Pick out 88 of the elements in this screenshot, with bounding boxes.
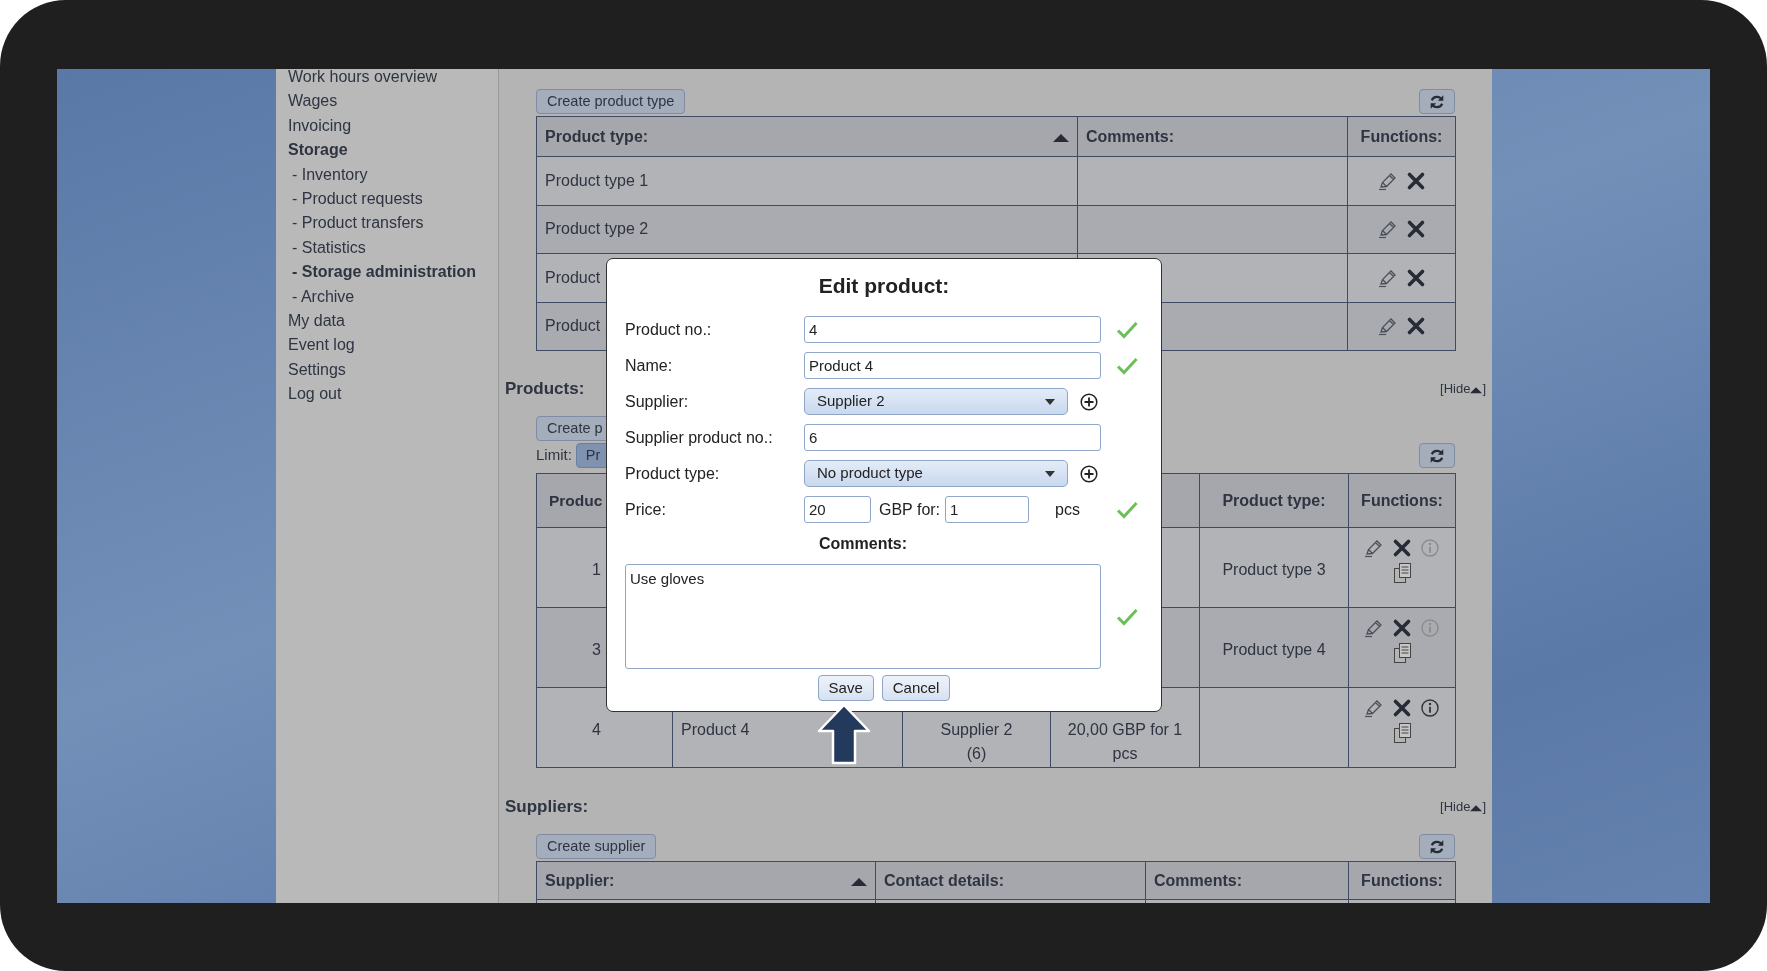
table-cell: Supplier 2 (6) — [940, 721, 1013, 762]
column-header: Comments: — [1154, 870, 1242, 891]
dialog-button[interactable]: Cancel — [881, 675, 951, 701]
sidebar-item[interactable]: Settings — [288, 357, 346, 383]
cross-icon[interactable] — [1405, 170, 1426, 191]
comments-field[interactable]: Use gloves — [625, 564, 1101, 669]
input-field[interactable]: Product 4 — [804, 352, 1101, 379]
pencil-icon[interactable] — [1364, 698, 1384, 718]
cross-icon[interactable] — [1405, 316, 1426, 337]
field-label: Supplier: — [625, 391, 690, 412]
field-label: Product no.: — [625, 319, 713, 340]
unit-text: pcs — [1055, 499, 1080, 520]
documents-icon[interactable] — [1392, 642, 1412, 664]
sidebar-subitem[interactable]: - Archive — [288, 284, 355, 310]
column-header: Supplier: — [545, 870, 615, 891]
field-label: Name: — [625, 355, 674, 376]
dialog-title: Edit product: — [817, 273, 951, 299]
sidebar-subitem[interactable]: - Product requests — [288, 187, 423, 212]
table-cell: Product type 3 — [1222, 561, 1326, 578]
table-cell: Product type 4 — [1222, 641, 1326, 658]
column-header: Contact details: — [884, 870, 1004, 891]
column-header: Functions: — [1361, 490, 1443, 511]
sidebar-subitem[interactable]: - Storage administration — [288, 260, 477, 285]
sort-up-icon[interactable] — [1053, 131, 1069, 142]
sidebar-item[interactable]: Invoicing — [288, 113, 352, 139]
add-icon[interactable] — [1080, 392, 1098, 411]
sidebar-item[interactable]: My data — [288, 309, 345, 334]
sidebar-item[interactable]: Log out — [288, 382, 342, 407]
table-cell: 1 — [592, 561, 601, 578]
table-cell: Product 4 — [681, 721, 750, 738]
field-label: Price: — [625, 499, 667, 520]
input-field[interactable]: 6 — [804, 424, 1101, 451]
quantity-field[interactable]: 1 — [945, 496, 1030, 523]
info-icon[interactable] — [1420, 698, 1440, 718]
documents-icon[interactable] — [1392, 722, 1412, 744]
section-heading: Suppliers: — [505, 796, 589, 819]
table-cell: 20,00 GBP for 1 pcs — [1067, 721, 1183, 762]
sidebar-subitem[interactable]: - Product transfers — [288, 211, 424, 236]
dropdown[interactable]: Supplier 2 — [804, 388, 1068, 415]
sidebar-subitem[interactable]: - Inventory — [288, 162, 368, 188]
cross-icon[interactable] — [1392, 618, 1412, 638]
caret-icon — [1045, 398, 1055, 405]
sidebar-subitem[interactable]: - Statistics — [288, 235, 366, 261]
limit-label: Limit: — [536, 445, 572, 466]
sidebar-item[interactable]: Event log — [288, 333, 355, 358]
input-field[interactable]: 4 — [804, 316, 1101, 343]
price-field[interactable]: 20 — [804, 496, 871, 523]
pencil-icon[interactable] — [1364, 538, 1384, 558]
caret-icon — [1045, 470, 1055, 477]
dialog-button[interactable]: Save — [817, 675, 874, 701]
column-header: Product type: — [545, 126, 649, 147]
add-icon[interactable] — [1080, 464, 1098, 483]
pencil-icon[interactable] — [1364, 618, 1384, 638]
refresh-button[interactable] — [1419, 89, 1455, 114]
table-cell: Product — [545, 317, 601, 335]
cross-icon[interactable] — [1392, 538, 1412, 558]
field-label: Product type: — [625, 463, 721, 484]
refresh-button[interactable] — [1419, 443, 1455, 468]
pencil-icon[interactable] — [1377, 219, 1398, 240]
table-cell: Product — [545, 268, 601, 286]
dropdown[interactable]: No product type — [804, 460, 1068, 487]
refresh-button[interactable] — [1419, 834, 1455, 859]
sidebar-item[interactable]: Work hours overview — [288, 69, 438, 90]
cross-icon[interactable] — [1405, 219, 1426, 240]
column-header: Product type: — [1222, 490, 1326, 511]
pencil-icon[interactable] — [1377, 316, 1398, 337]
table-cell: 3 — [592, 641, 601, 658]
column-header: Functions: — [1361, 870, 1443, 891]
hide-link[interactable]: [Hide ] — [1440, 797, 1486, 817]
create-button[interactable]: Create product type — [536, 89, 686, 114]
table-cell: 4 — [592, 721, 601, 738]
cross-icon[interactable] — [1392, 698, 1412, 718]
sort-up-icon[interactable] — [851, 875, 867, 886]
cross-icon[interactable] — [1405, 267, 1426, 288]
field-label: Supplier product no.: — [625, 427, 774, 448]
table-cell: Product type 2 — [545, 220, 649, 238]
table-cell: Product type 1 — [545, 171, 649, 189]
section-heading: Products: — [505, 378, 585, 401]
column-header: Produc — [549, 490, 603, 511]
unit-label: GBP for: — [879, 499, 941, 520]
sidebar-item[interactable]: Wages — [288, 89, 338, 114]
comments-label: Comments: — [819, 535, 907, 552]
create-button[interactable]: Create supplier — [536, 834, 657, 859]
documents-icon[interactable] — [1392, 562, 1412, 584]
column-header: Functions: — [1360, 126, 1443, 147]
hide-link[interactable]: [Hide ] — [1440, 379, 1486, 399]
sidebar-item[interactable]: Storage — [288, 138, 348, 163]
column-header: Comments: — [1086, 126, 1174, 147]
